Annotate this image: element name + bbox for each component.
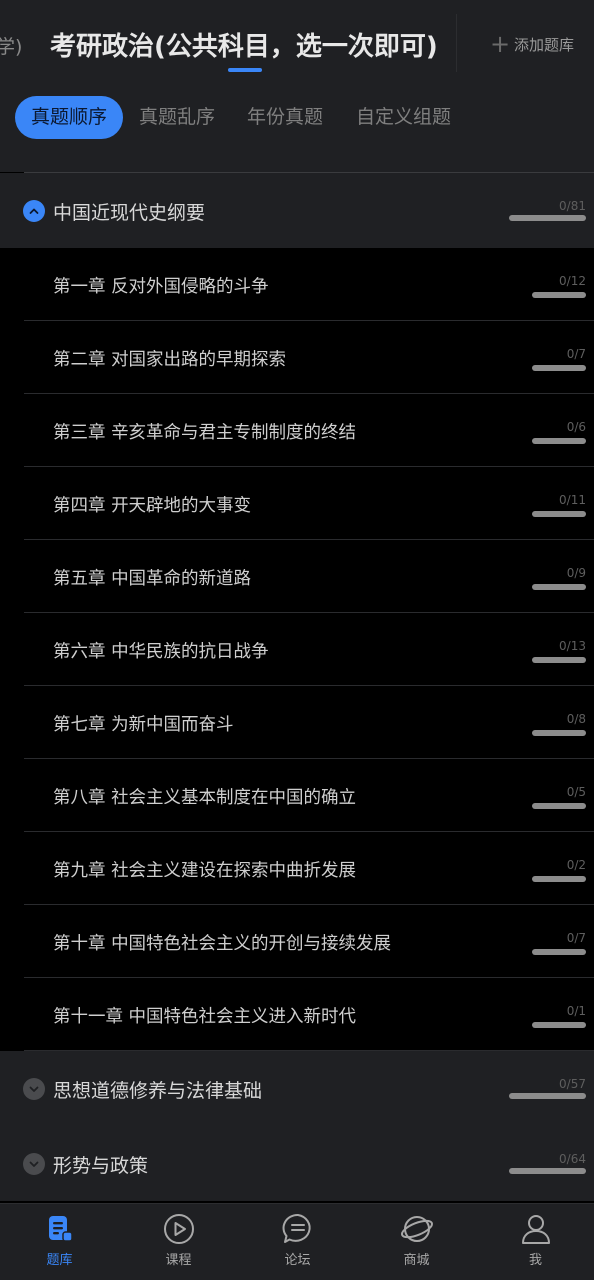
chapter-title: 第八章 社会主义基本制度在中国的确立 [53, 787, 357, 808]
mode-tab-ordered[interactable]: 真题顺序 [15, 96, 124, 139]
nav-label: 题库 [46, 1253, 73, 1268]
chat-bubble-icon [282, 1213, 311, 1243]
progress-bar [532, 803, 586, 809]
planet-icon [400, 1216, 433, 1242]
chapter-title: 第一章 反对外国侵略的斗争 [53, 276, 269, 297]
progress-bar [532, 657, 586, 663]
tab-previous-subject[interactable]: 学) [0, 32, 22, 59]
chapter-title: 第二章 对国家出路的早期探索 [53, 349, 287, 370]
progress-bar [532, 292, 586, 298]
question-count: 0/8 [566, 712, 586, 726]
progress-bar [532, 365, 586, 371]
play-circle-icon [163, 1214, 194, 1244]
chapter-row[interactable]: 第六章 中华民族的抗日战争 0/13 [24, 613, 594, 686]
chapter-row[interactable]: 第七章 为新中国而奋斗 0/8 [24, 686, 594, 759]
chapter-row[interactable]: 第十一章 中国特色社会主义进入新时代 0/1 [24, 978, 594, 1051]
question-count: 0/13 [559, 639, 586, 653]
question-count: 0/7 [566, 347, 586, 361]
question-count: 0/81 [559, 199, 586, 213]
add-question-bank-button[interactable]: + 添加题库 [470, 20, 594, 68]
nav-forum[interactable]: 论坛 [238, 1212, 357, 1276]
progress-bar [532, 511, 586, 517]
subject-header[interactable]: 中国近现代史纲要 0/81 [0, 173, 594, 248]
progress-bar [509, 1168, 586, 1174]
nav-courses[interactable]: 课程 [119, 1212, 238, 1276]
chapter-title: 第三章 辛亥革命与君主专制制度的终结 [53, 422, 357, 443]
active-tab-indicator [228, 68, 262, 72]
question-count: 0/1 [566, 1004, 586, 1018]
question-count: 0/6 [566, 420, 586, 434]
chapter-title: 第四章 开天辟地的大事变 [53, 495, 252, 516]
progress-bar [532, 438, 586, 444]
progress-bar [532, 584, 586, 590]
chapter-title: 第九章 社会主义建设在探索中曲折发展 [53, 860, 357, 881]
progress-bar [532, 730, 586, 736]
subject-header[interactable]: 思想道德修养与法律基础 0/57 [0, 1051, 594, 1126]
subject-title: 思想道德修养与法律基础 [53, 1079, 263, 1102]
add-question-bank-label: 添加题库 [514, 35, 575, 54]
practice-mode-bar: 真题顺序 真题乱序 年份真题 自定义组题 [0, 88, 594, 172]
question-count: 0/12 [559, 274, 586, 288]
question-count: 0/7 [566, 931, 586, 945]
progress-bar [532, 1022, 586, 1028]
question-count: 0/64 [559, 1152, 586, 1166]
mode-tab-by-year[interactable]: 年份真题 [247, 96, 323, 139]
chapter-row[interactable]: 第九章 社会主义建设在探索中曲折发展 0/2 [24, 832, 594, 905]
chevron-down-icon[interactable] [23, 1077, 45, 1100]
progress-bar [509, 215, 586, 221]
subject-header[interactable]: 形势与政策 0/64 [0, 1126, 594, 1201]
chapter-row[interactable]: 第十章 中国特色社会主义的开创与接续发展 0/7 [24, 905, 594, 978]
nav-label: 商城 [403, 1253, 430, 1268]
nav-label: 课程 [165, 1253, 192, 1268]
question-count: 0/2 [566, 858, 586, 872]
chevron-up-icon[interactable] [23, 199, 45, 222]
question-count: 0/9 [566, 566, 586, 580]
nav-me[interactable]: 我 [476, 1212, 594, 1276]
nav-store[interactable]: 商城 [357, 1212, 476, 1276]
tab-active-subject[interactable]: 考研政治(公共科目，选一次即可) [50, 26, 438, 63]
chapter-row[interactable]: 第四章 开天辟地的大事变 0/11 [24, 467, 594, 540]
question-count: 0/11 [559, 493, 586, 507]
plus-icon: + [489, 30, 511, 58]
mode-tab-shuffled[interactable]: 真题乱序 [139, 96, 215, 139]
chapter-row[interactable]: 第八章 社会主义基本制度在中国的确立 0/5 [24, 759, 594, 832]
chapter-row[interactable]: 第五章 中国革命的新道路 0/9 [24, 540, 594, 613]
nav-label: 我 [528, 1253, 542, 1268]
chapter-title: 第十章 中国特色社会主义的开创与接续发展 [53, 933, 392, 954]
question-bank-icon [48, 1216, 73, 1242]
nav-question-bank[interactable]: 题库 [0, 1212, 119, 1276]
nav-label: 论坛 [284, 1253, 311, 1268]
chevron-down-icon[interactable] [23, 1152, 45, 1175]
progress-bar [532, 876, 586, 882]
mode-tab-custom[interactable]: 自定义组题 [356, 96, 451, 139]
subject-title: 形势与政策 [53, 1154, 149, 1177]
progress-bar [532, 949, 586, 955]
bottom-navigation: 题库 课程 论坛 商城 我 [0, 1203, 594, 1280]
chapter-row[interactable]: 第一章 反对外国侵略的斗争 0/12 [24, 248, 594, 321]
chapter-title: 第五章 中国革命的新道路 [53, 568, 252, 589]
top-bar-divider [456, 14, 457, 72]
chapter-title: 第七章 为新中国而奋斗 [53, 714, 234, 735]
person-icon [521, 1215, 550, 1244]
chapter-title: 第六章 中华民族的抗日战争 [53, 641, 269, 662]
chapter-row[interactable]: 第二章 对国家出路的早期探索 0/7 [24, 321, 594, 394]
question-count: 0/57 [559, 1077, 586, 1091]
progress-bar [509, 1093, 586, 1099]
chapter-row[interactable]: 第三章 辛亥革命与君主专制制度的终结 0/6 [24, 394, 594, 467]
top-bar: 学) 考研政治(公共科目，选一次即可) + 添加题库 [0, 0, 594, 88]
question-count: 0/5 [566, 785, 586, 799]
subject-title: 中国近现代史纲要 [53, 201, 206, 224]
chapter-title: 第十一章 中国特色社会主义进入新时代 [53, 1006, 357, 1027]
